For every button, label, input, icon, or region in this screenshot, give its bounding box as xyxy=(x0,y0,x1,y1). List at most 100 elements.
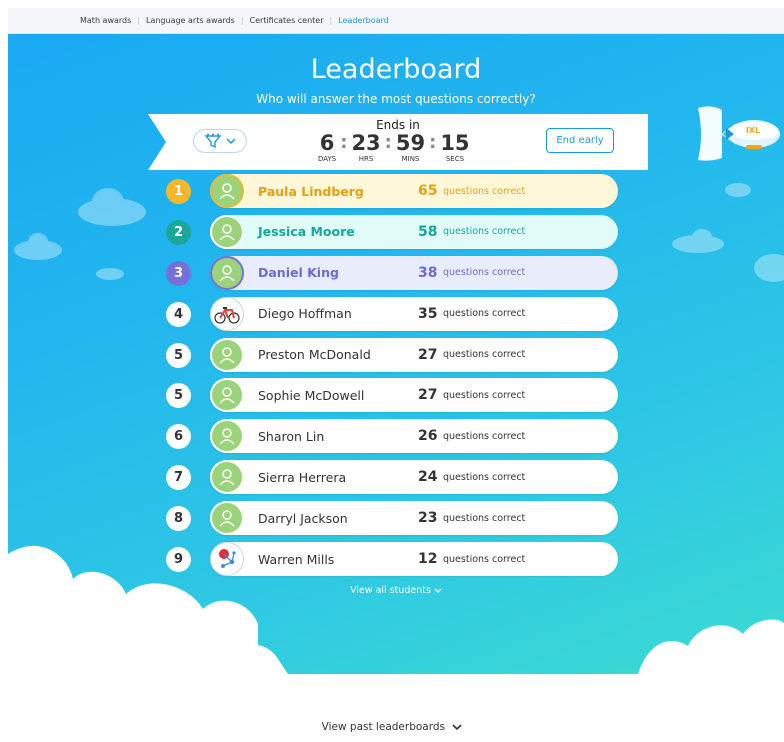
avatar-molecule-icon xyxy=(210,542,244,577)
rank-badge: 4 xyxy=(166,301,191,327)
minutes-value: 59 xyxy=(395,131,426,155)
rank-badge: 5 xyxy=(166,342,191,368)
student-score: 27 xyxy=(418,387,438,404)
rank-badge: 6 xyxy=(166,424,191,450)
avatar-bicycle-icon xyxy=(210,296,244,331)
seconds-label: SECS xyxy=(445,155,465,163)
page-subtitle: Who will answer the most questions corre… xyxy=(256,92,536,106)
nav-separator: | xyxy=(329,16,333,25)
avatar-person-icon xyxy=(210,460,244,495)
view-all-label: View all students xyxy=(350,585,431,596)
chevron-down-icon xyxy=(434,588,442,593)
avatar-person-icon xyxy=(210,255,244,290)
hours-value: 23 xyxy=(351,131,381,155)
score-unit: questions correct xyxy=(443,512,526,524)
score-unit: questions correct xyxy=(443,267,526,279)
student-name: Darryl Jackson xyxy=(258,510,348,526)
nav-separator: | xyxy=(137,16,140,25)
leaderboard-row: 2 Jessica Moore 58 questions correct xyxy=(166,214,618,249)
leaderboard-row: 6 Sharon Lin 26 questions correct xyxy=(166,419,618,454)
avatar-person-icon xyxy=(210,214,244,249)
rank-badge: 5 xyxy=(166,383,191,409)
score-unit: questions correct xyxy=(443,185,526,197)
timer-hours: 23 HRS xyxy=(351,132,380,163)
rank-badge: 1 xyxy=(166,179,191,204)
score-unit: questions correct xyxy=(443,308,526,320)
student-score: 65 xyxy=(418,183,438,199)
score-unit: questions correct xyxy=(443,226,526,238)
view-all-students-link[interactable]: View all students xyxy=(8,585,784,596)
blimp-logo: IXL xyxy=(746,126,760,135)
timer-days: 6 DAYS xyxy=(318,132,336,163)
nav-certificates-center[interactable]: Certificates center xyxy=(250,16,324,25)
view-past-leaderboards-link[interactable]: View past leaderboards xyxy=(0,721,784,733)
leaderboard-row: 8 Darryl Jackson 23 questions correct xyxy=(166,501,618,536)
filter-button[interactable] xyxy=(193,129,247,153)
avatar-person-icon xyxy=(210,419,244,454)
nav-math-awards[interactable]: Math awards xyxy=(80,16,131,25)
student-name: Preston McDonald xyxy=(258,347,371,363)
student-score: 24 xyxy=(418,469,438,486)
hours-label: HRS xyxy=(358,155,374,163)
leaderboard-row: 5 Sophie McDowell 27 questions correct xyxy=(166,378,618,413)
student-name: Jessica Moore xyxy=(258,224,355,240)
student-name: Daniel King xyxy=(258,265,339,281)
days-label: DAYS xyxy=(318,155,337,163)
score-unit: questions correct xyxy=(443,553,526,565)
student-name: Diego Hoffman xyxy=(258,306,352,322)
page-left-margin xyxy=(0,0,8,742)
past-leaderboards-label: View past leaderboards xyxy=(321,721,445,733)
student-score: 27 xyxy=(418,346,438,363)
chevron-down-icon xyxy=(452,723,462,730)
leaderboard-list: 1 Paula Lindberg 65 questions correct 2 Jessi… xyxy=(166,174,622,583)
avatar-person-icon xyxy=(210,378,244,413)
leaderboard-row: 4 Diego Hoffman 35 questions correct xyxy=(166,296,618,331)
student-name: Paula Lindberg xyxy=(258,183,364,199)
timer-colon: : xyxy=(384,132,392,153)
nav-leaderboard[interactable]: Leaderboard xyxy=(338,16,389,25)
countdown-timer: 6 DAYS : 23 HRS : 59 MINS : 15 SECS xyxy=(318,132,470,163)
avatar-person-icon xyxy=(210,501,244,536)
score-unit: questions correct xyxy=(443,349,526,361)
student-score: 23 xyxy=(418,510,438,527)
leaderboard-row: 5 Preston McDonald 27 questions correct xyxy=(166,337,618,372)
rank-badge: 7 xyxy=(166,465,191,491)
score-unit: questions correct xyxy=(443,389,526,401)
timer-banner: Ends in 6 DAYS : 23 HRS : 59 MINS : 15 S… xyxy=(148,114,648,170)
blimp-icon: IXL xyxy=(698,106,780,161)
score-unit: questions correct xyxy=(443,430,526,442)
rank-badge: 9 xyxy=(166,547,191,573)
student-name: Warren Mills xyxy=(258,551,335,567)
chevron-down-icon xyxy=(226,138,236,144)
avatar-person-icon xyxy=(210,174,244,208)
nav-language-arts-awards[interactable]: Language arts awards xyxy=(146,16,235,25)
student-name: Sierra Herrera xyxy=(258,469,347,485)
seconds-value: 15 xyxy=(440,131,470,155)
student-score: 58 xyxy=(418,223,438,240)
rank-badge: 3 xyxy=(166,260,191,286)
leaderboard-row: 3 Daniel King 38 questions correct xyxy=(166,255,618,290)
days-value: 6 xyxy=(319,131,335,155)
minutes-label: MINS xyxy=(401,155,420,163)
timer-minutes: 59 MINS xyxy=(396,132,425,163)
student-score: 12 xyxy=(418,551,438,568)
end-early-button[interactable]: End early xyxy=(546,128,614,153)
student-name: Sharon Lin xyxy=(258,428,325,444)
timer-seconds: 15 SECS xyxy=(440,132,469,163)
student-score: 38 xyxy=(418,264,438,281)
leaderboard-row: 9 Warren Mills 12 questions correct xyxy=(166,542,618,577)
timer-colon: : xyxy=(340,132,348,153)
student-name: Sophie McDowell xyxy=(258,387,365,403)
rank-badge: 2 xyxy=(166,219,191,245)
nav-separator: | xyxy=(240,16,244,25)
leaderboard-row: 1 Paula Lindberg 65 questions correct xyxy=(166,174,618,208)
top-nav: Math awards | Language arts awards | Cer… xyxy=(8,8,784,34)
filter-icon xyxy=(204,133,222,149)
page-title: Leaderboard xyxy=(310,54,482,85)
score-unit: questions correct xyxy=(443,471,526,483)
student-score: 26 xyxy=(418,428,438,445)
timer-colon: : xyxy=(429,132,437,153)
leaderboard-row: 7 Sierra Herrera 24 questions correct xyxy=(166,460,618,495)
leaderboard-hero: Leaderboard Who will answer the most que… xyxy=(8,34,784,674)
rank-badge: 8 xyxy=(166,506,191,532)
